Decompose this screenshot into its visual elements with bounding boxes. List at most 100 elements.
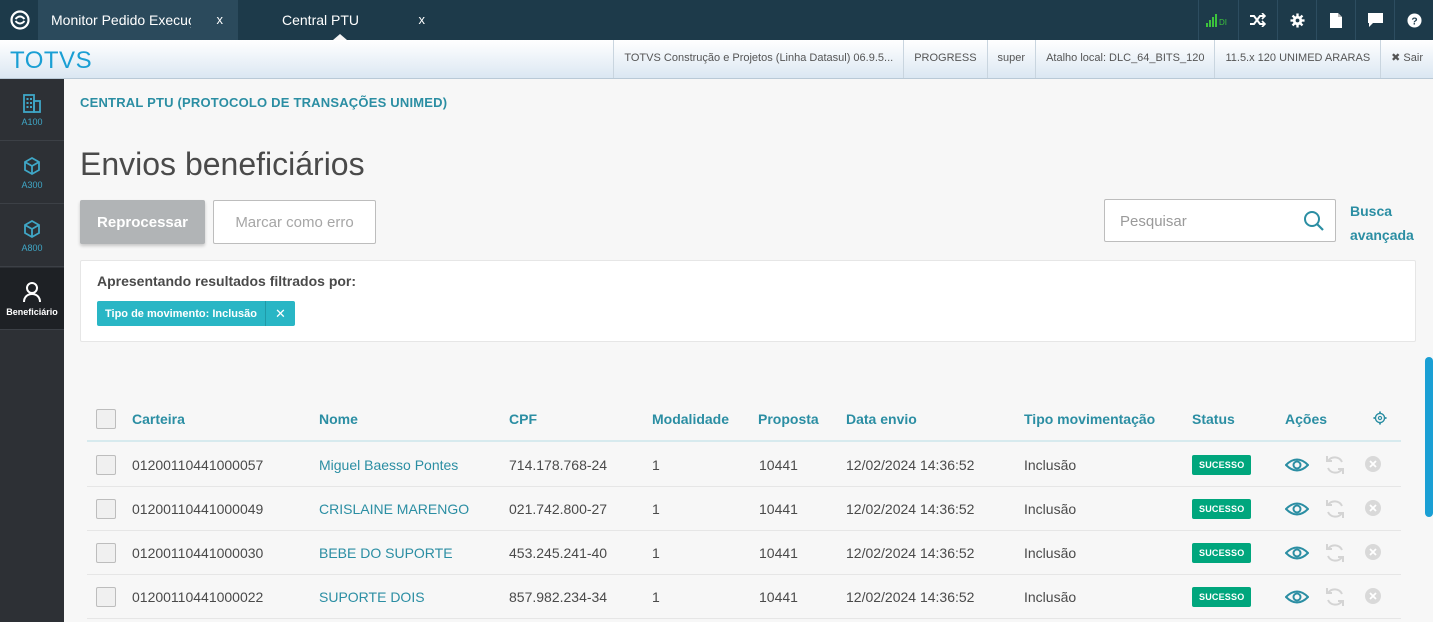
logout-button[interactable]: ✖ Sair bbox=[1380, 40, 1433, 78]
signal-icon[interactable]: DI bbox=[1198, 0, 1238, 40]
table-row: 01200110441000057 Miguel Baesso Pontes 7… bbox=[87, 443, 1401, 487]
totvs-logo-icon[interactable] bbox=[0, 0, 40, 40]
header-environment: 11.5.x 120 UNIMED ARARAS bbox=[1214, 40, 1380, 78]
reprocess-icon bbox=[1323, 541, 1347, 570]
column-nome[interactable]: Nome bbox=[319, 411, 358, 427]
sidebar-item-a100[interactable]: A100 bbox=[0, 79, 64, 141]
column-tipo-movimentacao[interactable]: Tipo movimentação bbox=[1024, 411, 1155, 427]
cell-data-envio: 12/02/2024 14:36:52 bbox=[846, 501, 975, 517]
table-settings-gear-icon[interactable] bbox=[1373, 411, 1387, 430]
chat-icon[interactable] bbox=[1355, 0, 1394, 40]
filter-chip-label: Tipo de movimento: Inclusão bbox=[105, 307, 257, 320]
view-eye-icon[interactable] bbox=[1284, 541, 1310, 570]
status-badge: SUCESSO bbox=[1192, 455, 1252, 475]
search-icon[interactable] bbox=[1303, 210, 1325, 237]
header-database: PROGRESS bbox=[903, 40, 986, 78]
view-eye-icon[interactable] bbox=[1284, 497, 1310, 526]
cell-nome[interactable]: BEBE DO SUPORTE bbox=[319, 545, 453, 561]
user-icon bbox=[23, 281, 41, 302]
breadcrumb[interactable]: CENTRAL PTU (PROTOCOLO DE TRANSAÇÕES UNI… bbox=[80, 95, 447, 110]
cube-icon bbox=[24, 219, 40, 238]
cell-data-envio: 12/02/2024 14:36:52 bbox=[846, 457, 975, 473]
remove-filter-icon[interactable]: ✕ bbox=[264, 301, 295, 326]
cancel-x-icon bbox=[1364, 499, 1382, 522]
vertical-scrollbar[interactable] bbox=[1425, 357, 1433, 517]
reprocess-icon bbox=[1323, 585, 1347, 614]
search-input[interactable] bbox=[1120, 210, 1290, 232]
header-user: super bbox=[986, 40, 1036, 78]
table-row: 01200110441000049 CRISLAINE MARENGO 021.… bbox=[87, 487, 1401, 531]
sidebar-item-a800[interactable]: A800 bbox=[0, 205, 64, 267]
status-badge: SUCESSO bbox=[1192, 587, 1252, 607]
view-eye-icon[interactable] bbox=[1284, 585, 1310, 614]
tab-label: Central PTU bbox=[282, 12, 360, 28]
building-icon bbox=[23, 93, 41, 113]
column-status[interactable]: Status bbox=[1192, 411, 1235, 427]
column-modalidade[interactable]: Modalidade bbox=[652, 411, 729, 427]
cancel-x-icon bbox=[1364, 587, 1382, 610]
brand-logo: TOTVS bbox=[10, 47, 93, 74]
sidebar-item-label: A300 bbox=[21, 179, 43, 190]
column-acoes: Ações bbox=[1285, 411, 1328, 427]
advanced-search-link[interactable]: Busca avançada bbox=[1350, 199, 1414, 247]
cell-cpf: 714.178.768-24 bbox=[509, 457, 608, 473]
tab-label: Monitor Pedido Execução bbox=[51, 12, 191, 28]
sidebar-item-label: Beneficiário bbox=[6, 306, 58, 317]
cell-nome[interactable]: Miguel Baesso Pontes bbox=[319, 457, 458, 473]
mark-as-error-button[interactable]: Marcar como erro bbox=[213, 200, 376, 244]
status-badge: SUCESSO bbox=[1192, 499, 1252, 519]
cell-modalidade: 1 bbox=[652, 457, 660, 473]
svg-text:?: ? bbox=[1411, 16, 1417, 27]
help-icon[interactable]: ? bbox=[1394, 0, 1433, 40]
select-all-checkbox[interactable] bbox=[96, 409, 116, 429]
left-sidebar: A100 A300 A800 Beneficiário bbox=[0, 79, 64, 622]
cell-tipo-movimentacao: Inclusão bbox=[1024, 457, 1077, 473]
column-cpf[interactable]: CPF bbox=[509, 411, 537, 427]
filter-chip: Tipo de movimento: Inclusão ✕ bbox=[97, 301, 295, 326]
top-tab-bar: Monitor Pedido Execução x Central PTU x … bbox=[0, 0, 1433, 40]
close-tab-icon[interactable]: x bbox=[419, 12, 426, 27]
filter-title: Apresentando resultados filtrados por: bbox=[97, 273, 357, 289]
column-data-envio[interactable]: Data envio bbox=[846, 411, 917, 427]
close-tab-icon[interactable]: x bbox=[217, 12, 224, 27]
table-header: Carteira Nome CPF Modalidade Proposta Da… bbox=[87, 398, 1401, 442]
cell-tipo-movimentacao: Inclusão bbox=[1024, 545, 1077, 561]
sidebar-item-beneficiario[interactable]: Beneficiário bbox=[0, 268, 64, 330]
cube-icon bbox=[24, 156, 40, 175]
column-proposta[interactable]: Proposta bbox=[758, 411, 819, 427]
cancel-x-icon bbox=[1364, 543, 1382, 566]
cell-cpf: 021.742.800-27 bbox=[509, 501, 608, 517]
sidebar-item-label: A100 bbox=[21, 116, 43, 127]
cell-proposta: 10441 bbox=[759, 457, 798, 473]
row-checkbox[interactable] bbox=[96, 543, 116, 563]
cancel-x-icon bbox=[1364, 455, 1382, 478]
cell-proposta: 10441 bbox=[759, 545, 798, 561]
document-icon[interactable] bbox=[1316, 0, 1355, 40]
cell-proposta: 10441 bbox=[759, 501, 798, 517]
cell-nome[interactable]: CRISLAINE MARENGO bbox=[319, 501, 469, 517]
cell-carteira: 01200110441000049 bbox=[132, 501, 264, 517]
cell-modalidade: 1 bbox=[652, 589, 660, 605]
cell-nome[interactable]: SUPORTE DOIS bbox=[319, 589, 425, 605]
sidebar-item-a300[interactable]: A300 bbox=[0, 142, 64, 204]
column-carteira[interactable]: Carteira bbox=[132, 411, 185, 427]
row-checkbox[interactable] bbox=[96, 499, 116, 519]
tab-monitor-pedido[interactable]: Monitor Pedido Execução x bbox=[38, 0, 238, 40]
row-checkbox[interactable] bbox=[96, 587, 116, 607]
reprocess-button[interactable]: Reprocessar bbox=[80, 200, 205, 244]
header-product: TOTVS Construção e Projetos (Linha Datas… bbox=[613, 40, 903, 78]
filter-panel: Apresentando resultados filtrados por: T… bbox=[80, 260, 1416, 342]
cell-cpf: 857.982.234-34 bbox=[509, 589, 608, 605]
table-row: 01200110441000022 SUPORTE DOIS 857.982.2… bbox=[87, 575, 1401, 619]
cell-carteira: 01200110441000057 bbox=[132, 457, 264, 473]
cell-data-envio: 12/02/2024 14:36:52 bbox=[846, 589, 975, 605]
app-header: TOTVS TOTVS Construção e Projetos (Linha… bbox=[0, 40, 1433, 79]
gear-icon[interactable] bbox=[1277, 0, 1316, 40]
advanced-search-line2: avançada bbox=[1350, 227, 1414, 243]
table-row: 01200110441000030 BEBE DO SUPORTE 453.24… bbox=[87, 531, 1401, 575]
shuffle-icon[interactable] bbox=[1238, 0, 1277, 40]
row-checkbox[interactable] bbox=[96, 455, 116, 475]
advanced-search-line1: Busca bbox=[1350, 203, 1393, 219]
cell-carteira: 01200110441000030 bbox=[132, 545, 264, 561]
view-eye-icon[interactable] bbox=[1284, 453, 1310, 482]
